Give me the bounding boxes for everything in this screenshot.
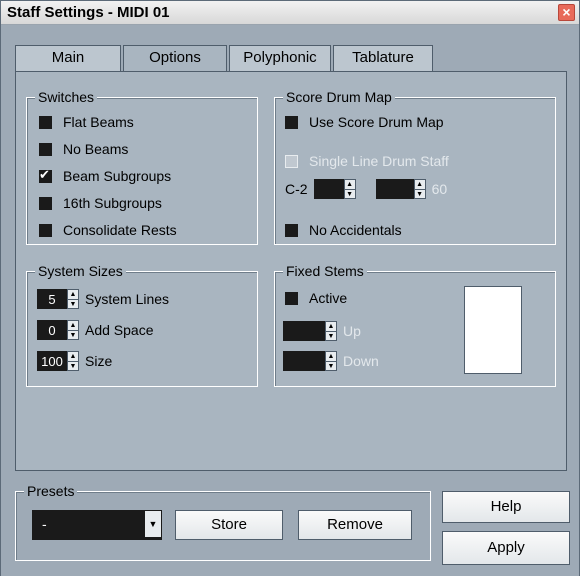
apply-button[interactable]: Apply	[442, 531, 570, 565]
range-high-spinner[interactable]: ▲ ▼	[413, 179, 426, 199]
stem-up-field	[283, 321, 325, 341]
presets-selected-value: -	[42, 516, 47, 532]
staff-settings-window: Staff Settings - MIDI 01 × Main Options …	[0, 0, 580, 576]
score-drum-map-group: Score Drum Map Use Score Drum Map Single…	[274, 89, 556, 245]
flat-beams-option[interactable]: Flat Beams	[39, 112, 134, 132]
window-title: Staff Settings - MIDI 01	[7, 4, 170, 21]
system-lines-spinner[interactable]: ▲ ▼	[67, 289, 79, 309]
no-accidentals-option[interactable]: No Accidentals	[285, 220, 402, 240]
stem-up-label: Up	[343, 323, 361, 339]
size-row: 100 ▲ ▼ Size	[37, 351, 112, 371]
system-sizes-group-label: System Sizes	[35, 263, 126, 279]
remove-button[interactable]: Remove	[298, 510, 412, 540]
tab-polyphonic[interactable]: Polyphonic	[229, 45, 331, 72]
range-high-suffix: 60	[431, 181, 448, 197]
beam-subgroups-checkbox[interactable]	[39, 167, 52, 183]
flat-beams-checkbox[interactable]	[39, 115, 52, 129]
spin-up-icon[interactable]: ▲	[68, 290, 78, 300]
fixed-stems-group: Fixed Stems Active ▲ ▼ Up ▲ ▼ Down	[274, 263, 556, 387]
spin-up-icon: ▲	[326, 353, 336, 362]
presets-group: Presets - ▼ Store Remove	[15, 483, 431, 561]
use-score-drum-map-checkbox[interactable]	[285, 115, 298, 129]
spin-up-icon[interactable]: ▲	[68, 352, 78, 362]
spin-down-icon[interactable]: ▼	[68, 362, 78, 371]
stem-down-row: ▲ ▼ Down	[283, 351, 379, 371]
system-sizes-group: System Sizes 5 ▲ ▼ System Lines 0 ▲ ▼ Add …	[26, 263, 258, 387]
add-space-field[interactable]: 0	[37, 320, 67, 340]
beam-subgroups-option[interactable]: Beam Subgroups	[39, 166, 171, 186]
switches-group: Switches Flat Beams No Beams Beam Subgro…	[26, 89, 258, 245]
no-accidentals-label: No Accidentals	[309, 222, 402, 238]
tab-options[interactable]: Options	[123, 45, 227, 73]
no-beams-label: No Beams	[63, 141, 129, 157]
use-score-drum-map-option[interactable]: Use Score Drum Map	[285, 112, 444, 132]
score-drum-map-group-label: Score Drum Map	[283, 89, 395, 105]
fixed-stems-active-label: Active	[309, 290, 348, 306]
store-button[interactable]: Store	[175, 510, 283, 540]
consolidate-rests-label: Consolidate Rests	[63, 222, 177, 238]
drum-range-row: C-2 ▲ ▼ ▲ ▼ 60	[285, 179, 447, 199]
spin-down-icon[interactable]: ▼	[68, 300, 78, 309]
spin-down-icon[interactable]: ▼	[345, 190, 355, 199]
stem-up-spinner: ▲ ▼	[325, 321, 337, 341]
range-low-spinner[interactable]: ▲ ▼	[343, 179, 356, 199]
add-space-row: 0 ▲ ▼ Add Space	[37, 320, 154, 340]
single-line-drum-staff-label: Single Line Drum Staff	[309, 153, 449, 169]
size-field[interactable]: 100	[37, 351, 67, 371]
spin-up-icon[interactable]: ▲	[344, 180, 355, 190]
presets-group-label: Presets	[24, 483, 78, 499]
range-high-field[interactable]	[375, 179, 414, 199]
spin-down-icon: ▼	[327, 333, 335, 340]
system-lines-field[interactable]: 5	[37, 289, 67, 309]
stem-down-spinner: ▲ ▼	[325, 351, 337, 371]
options-panel: Switches Flat Beams No Beams Beam Subgro…	[15, 71, 567, 471]
16th-subgroups-label: 16th Subgroups	[63, 195, 162, 211]
add-space-label: Add Space	[85, 322, 154, 338]
stem-down-label: Down	[343, 353, 379, 369]
no-beams-checkbox[interactable]	[39, 142, 52, 156]
spin-up-icon: ▲	[326, 323, 336, 332]
range-low-label: C-2	[285, 181, 308, 197]
stem-down-field	[283, 351, 325, 371]
consolidate-rests-checkbox[interactable]	[39, 223, 52, 237]
fixed-stems-active-option[interactable]: Active	[285, 288, 347, 308]
chevron-down-icon[interactable]: ▼	[145, 511, 161, 537]
presets-select[interactable]: - ▼	[32, 510, 162, 540]
tab-tablature[interactable]: Tablature	[333, 45, 433, 72]
consolidate-rests-option[interactable]: Consolidate Rests	[39, 220, 177, 240]
single-line-drum-staff-checkbox	[285, 154, 298, 168]
16th-subgroups-checkbox[interactable]	[39, 196, 52, 210]
fixed-stems-active-checkbox[interactable]	[285, 291, 298, 305]
close-button[interactable]: ×	[558, 4, 575, 21]
no-accidentals-checkbox[interactable]	[285, 223, 298, 237]
add-space-spinner[interactable]: ▲ ▼	[67, 320, 79, 340]
spin-down-icon[interactable]: ▼	[415, 190, 425, 199]
size-spinner[interactable]: ▲ ▼	[67, 351, 79, 371]
single-line-drum-staff-option: Single Line Drum Staff	[285, 151, 449, 171]
spin-down-icon[interactable]: ▼	[68, 331, 78, 340]
system-lines-row: 5 ▲ ▼ System Lines	[37, 289, 169, 309]
spin-up-icon[interactable]: ▲	[68, 321, 78, 331]
beam-subgroups-label: Beam Subgroups	[63, 168, 172, 184]
spin-up-icon[interactable]: ▲	[414, 180, 425, 190]
switches-group-label: Switches	[35, 89, 98, 105]
fixed-stems-group-label: Fixed Stems	[283, 263, 367, 279]
tab-main[interactable]: Main	[15, 45, 121, 72]
help-button[interactable]: Help	[442, 491, 570, 523]
stem-up-row: ▲ ▼ Up	[283, 321, 361, 341]
16th-subgroups-option[interactable]: 16th Subgroups	[39, 193, 162, 213]
flat-beams-label: Flat Beams	[63, 114, 134, 130]
size-label: Size	[85, 353, 113, 369]
title-bar[interactable]: Staff Settings - MIDI 01 ×	[1, 1, 579, 25]
range-low-field[interactable]	[313, 179, 344, 199]
system-lines-label: System Lines	[85, 291, 170, 307]
use-score-drum-map-label: Use Score Drum Map	[309, 114, 444, 130]
spin-down-icon: ▼	[327, 363, 335, 370]
stem-preview-box	[464, 286, 522, 374]
no-beams-option[interactable]: No Beams	[39, 139, 128, 159]
